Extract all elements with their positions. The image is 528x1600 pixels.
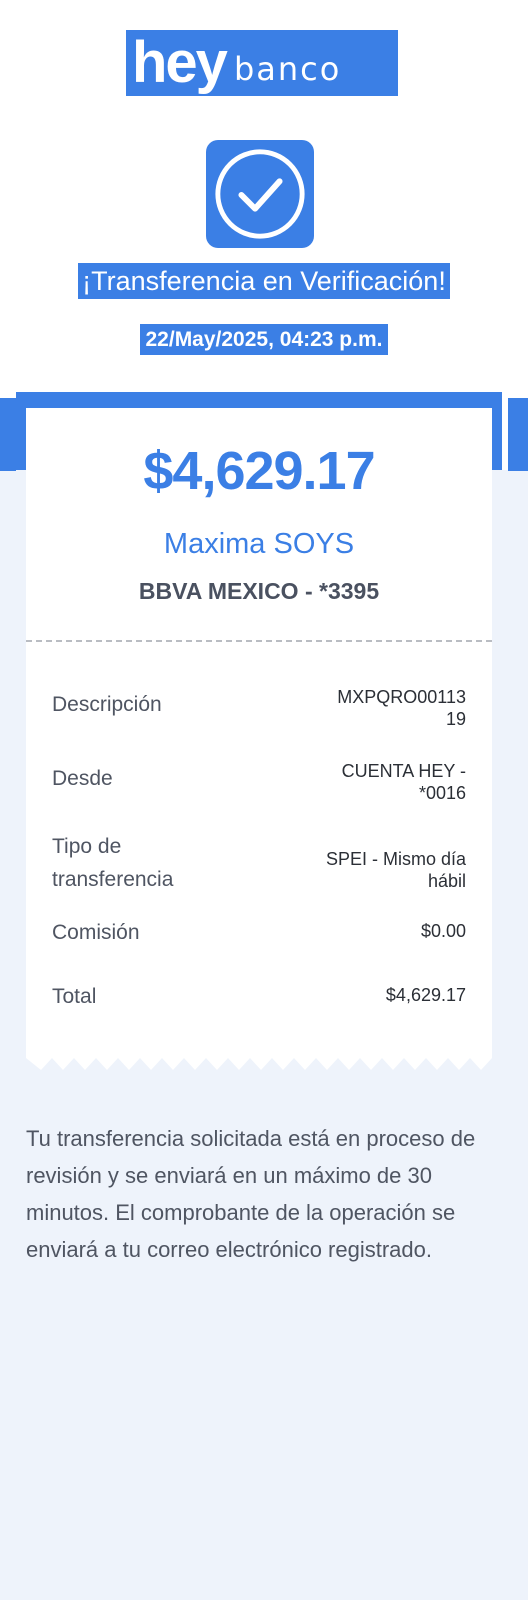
receipt-zigzag-edge	[26, 1040, 492, 1070]
receipt-card: $4,629.17 Maxima SOYS BBVA MEXICO - *339…	[26, 408, 492, 1058]
card-accent-left	[16, 392, 26, 470]
hey-banco-logo: hey banco	[126, 30, 398, 96]
row-value: MXPQRO00113 19	[337, 687, 466, 729]
accent-band-left	[0, 398, 16, 471]
dashed-divider	[26, 640, 492, 642]
row-label: Tipo de transferencia	[52, 835, 174, 891]
recipient-name: Maxima SOYS	[163, 528, 355, 560]
status-datetime-wrap: 22/May/2025, 04:23 p.m.	[0, 324, 528, 355]
row-value: $0.00	[420, 921, 466, 941]
logo-suffix: banco	[233, 50, 342, 88]
row-value: CUENTA HEY - *0016	[341, 761, 466, 803]
transfer-amount: $4,629.17	[143, 441, 375, 501]
row-value: $4,629.17	[385, 985, 466, 1005]
status-datetime: 22/May/2025, 04:23 p.m.	[139, 324, 389, 355]
accent-band-right	[508, 398, 528, 471]
status-title-wrap: ¡Transferencia en Verificación!	[0, 263, 528, 299]
row-label: Total	[52, 985, 97, 1008]
row-value: SPEI - Mismo día hábil	[325, 849, 466, 891]
row-label: Desde	[52, 767, 113, 790]
verification-info-text: Tu transferencia solicitada está en proc…	[26, 1126, 476, 1262]
status-title: ¡Transferencia en Verificación!	[78, 263, 450, 299]
recipient-bank: BBVA MEXICO - *3395	[138, 578, 380, 604]
card-accent-top	[16, 392, 502, 408]
card-accent-right	[492, 392, 502, 470]
row-label: Comisión	[52, 921, 140, 944]
logo-word: hey	[132, 30, 228, 95]
check-circle-icon	[206, 140, 314, 248]
row-label: Descripción	[52, 693, 162, 716]
